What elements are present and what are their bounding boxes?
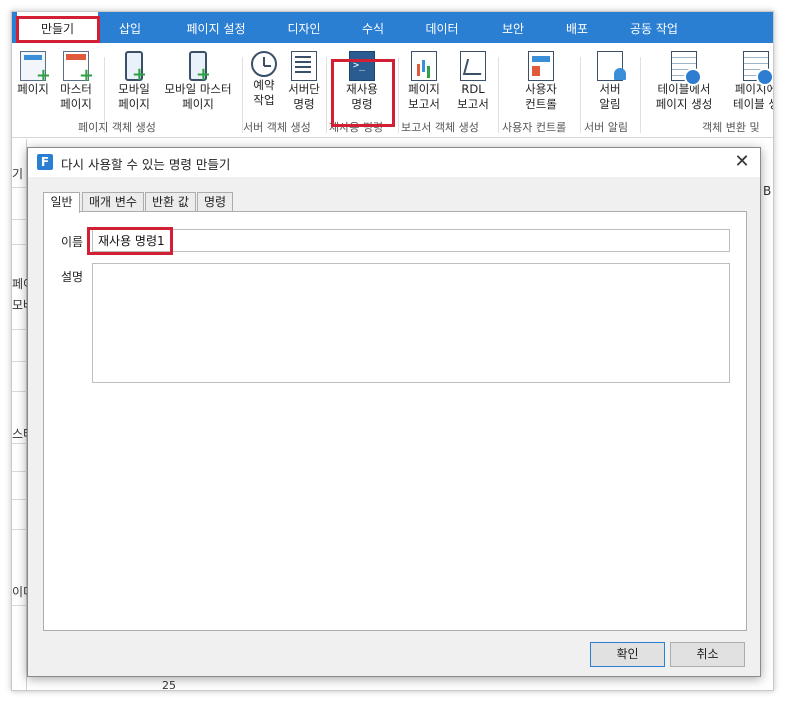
tab-general[interactable]: 일반	[43, 192, 80, 213]
tab-security[interactable]: 보안	[488, 12, 538, 43]
background-row-line	[12, 443, 27, 444]
reusable-command-icon	[349, 51, 375, 81]
background-row-line	[12, 471, 27, 472]
group-label-page-objects: 페이지 객체 생성	[78, 121, 156, 134]
ribbon-separator	[498, 57, 499, 133]
ribbon-separator	[580, 57, 581, 133]
background-row-line	[12, 329, 27, 330]
group-label-user-control: 사용자 컨트롤	[502, 121, 567, 134]
tab-return-value[interactable]: 반환 값	[145, 192, 196, 212]
reusable-command-button[interactable]: 재사용 명령	[336, 51, 388, 112]
mobile-master-page-button[interactable]: 모바일 마스터 페이지	[158, 51, 238, 112]
page-report-icon	[411, 51, 437, 81]
name-label: 이름	[61, 235, 84, 249]
server-command-icon	[291, 51, 317, 81]
table-to-page-icon	[671, 51, 702, 86]
server-command-button[interactable]: 서버단 명령	[284, 51, 324, 112]
tab-commands[interactable]: 명령	[197, 192, 233, 212]
clock-icon	[251, 51, 277, 77]
mobile-master-page-icon	[189, 51, 211, 84]
user-control-button[interactable]: 사용자 컨트롤	[516, 51, 566, 112]
tab-collaboration[interactable]: 공동 작업	[616, 12, 692, 43]
page-to-table-button[interactable]: 페이지에 테이블 생	[726, 51, 773, 112]
mobile-page-icon	[125, 51, 147, 84]
description-label: 설명	[61, 270, 84, 284]
mobile-page-button[interactable]: 모바일 페이지	[112, 51, 156, 112]
background-text-fragment: 25	[162, 679, 176, 691]
page-add-icon	[20, 51, 51, 85]
tab-design[interactable]: 디자인	[274, 12, 334, 43]
background-row-line	[12, 605, 27, 606]
background-row-line	[12, 361, 27, 362]
tab-insert[interactable]: 삽입	[105, 12, 155, 43]
app-logo-icon: F	[37, 154, 53, 170]
ribbon-separator	[326, 57, 327, 133]
master-page-button[interactable]: 마스터 페이지	[56, 51, 96, 112]
ribbon-separator	[640, 57, 641, 133]
page-to-table-icon	[743, 51, 773, 86]
ribbon-tab-bar: 만들기 삽입 페이지 설정 디자인 수식 데이터 보안 배포 공동 작업	[12, 12, 773, 43]
background-row-line	[12, 187, 27, 188]
group-label-server-objects: 서버 객체 생성	[243, 121, 311, 134]
cancel-button[interactable]: 취소	[670, 642, 745, 667]
background-text-fragment: B	[763, 184, 772, 198]
background-row-line	[12, 244, 27, 245]
create-reusable-command-dialog: F 다시 사용할 수 있는 명령 만들기 ✕ 일반 매개 변수 반환 값 명령 …	[27, 147, 761, 677]
group-label-report-objects: 보고서 객체 생성	[401, 121, 479, 134]
ribbon-panel: 페이지 마스터 페이지 모바일 페이지 모바일 마스터 페이지 페이지 객체 생…	[12, 43, 773, 138]
group-label-reusable-command: 재사용 명령	[329, 121, 384, 134]
dialog-title: 다시 사용할 수 있는 명령 만들기	[61, 157, 231, 172]
tab-formula[interactable]: 수식	[348, 12, 398, 43]
server-alert-button[interactable]: 서버 알림	[592, 51, 628, 112]
general-tab-panel: 이름 설명	[43, 211, 747, 631]
server-alert-icon	[597, 51, 626, 81]
dialog-title-bar: F 다시 사용할 수 있는 명령 만들기 ✕	[28, 148, 760, 177]
background-text-fragment: 스터	[12, 427, 27, 441]
description-textarea[interactable]	[92, 263, 730, 383]
tab-create[interactable]: 만들기	[17, 12, 98, 43]
tab-data[interactable]: 데이터	[412, 12, 472, 43]
ok-button[interactable]: 확인	[590, 642, 665, 667]
page-report-button[interactable]: 페이지 보고서	[404, 51, 444, 112]
background-row-line	[12, 219, 27, 220]
background-text-fragment: 페이	[12, 277, 27, 291]
tab-page-setup[interactable]: 페이지 설정	[170, 12, 262, 43]
background-row-line	[12, 391, 27, 392]
background-row-line	[12, 499, 27, 500]
group-label-object-convert: 객체 변환 및	[702, 121, 760, 134]
master-page-icon	[63, 51, 94, 85]
background-text-fragment: 모바	[12, 298, 27, 312]
background-text-fragment: 이미	[12, 585, 27, 599]
background-sheet-column: 기 페이 모바 스터 이미	[12, 139, 27, 690]
name-input[interactable]	[92, 229, 730, 252]
background-row-line	[12, 529, 27, 530]
table-to-page-button[interactable]: 테이블에서 페이지 생성	[650, 51, 718, 112]
background-text-fragment: 기	[12, 167, 24, 181]
tab-parameters[interactable]: 매개 변수	[82, 192, 144, 212]
tab-deploy[interactable]: 배포	[552, 12, 602, 43]
page-button[interactable]: 페이지	[14, 51, 52, 97]
user-control-icon	[528, 51, 554, 81]
ribbon-separator	[398, 57, 399, 133]
group-label-server-alert: 서버 알림	[584, 121, 628, 134]
rdl-report-button[interactable]: RDL 보고서	[452, 51, 494, 112]
rdl-report-icon	[460, 51, 486, 81]
close-icon[interactable]: ✕	[730, 150, 754, 174]
scheduled-task-button[interactable]: 예약 작업	[246, 51, 282, 108]
